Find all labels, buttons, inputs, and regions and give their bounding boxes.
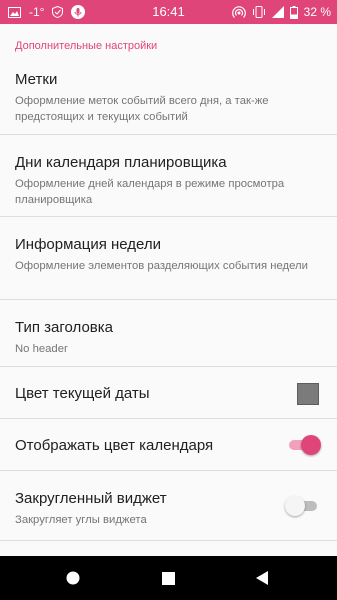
pref-show-calendar-color[interactable]: Отображать цвет календаря bbox=[0, 419, 337, 471]
pref-summary: No header bbox=[15, 343, 68, 355]
pref-title: Информация недели bbox=[15, 236, 162, 253]
back-icon[interactable] bbox=[250, 566, 274, 590]
pref-summary: Закругляет углы виджета bbox=[15, 514, 147, 526]
status-bar: -1° 16:41 32 % bbox=[0, 0, 337, 24]
switch-thumb bbox=[285, 496, 305, 516]
calendar-color-switch[interactable] bbox=[287, 435, 321, 455]
pref-title: Закругленный виджет bbox=[15, 490, 167, 507]
pref-title: Отображать цвет календаря bbox=[15, 437, 214, 454]
pref-title: Дни календаря планировщика bbox=[15, 154, 227, 171]
pref-summary: Оформление элементов разделяющих события… bbox=[15, 260, 308, 272]
pref-current-date-color[interactable]: Цвет текущей даты bbox=[0, 367, 337, 419]
color-swatch[interactable] bbox=[297, 383, 319, 405]
battery-text: 32 % bbox=[303, 5, 331, 19]
pref-title: Цвет текущей даты bbox=[15, 385, 150, 402]
section-header: Дополнительные настройки bbox=[15, 40, 158, 52]
battery-icon bbox=[289, 5, 298, 19]
hotspot-icon bbox=[231, 5, 246, 19]
pref-week-info[interactable]: Информация недели Оформление элементов р… bbox=[0, 217, 337, 300]
pref-summary: Оформление дней календаря в режиме просм… bbox=[15, 178, 285, 206]
signal-icon bbox=[271, 6, 284, 18]
home-icon[interactable] bbox=[61, 566, 85, 590]
pref-labels[interactable]: Метки Оформление меток событий всего дня… bbox=[0, 58, 337, 135]
settings-list[interactable]: Дополнительные настройки Метки Оформлени… bbox=[0, 24, 337, 556]
pref-title: Метки bbox=[15, 71, 58, 88]
rounded-widget-switch[interactable] bbox=[285, 496, 319, 516]
pref-scheduler-days[interactable]: Дни календаря планировщика Оформление дн… bbox=[0, 135, 337, 217]
navigation-bar bbox=[0, 556, 337, 600]
vibrate-icon bbox=[252, 6, 266, 18]
pref-summary: Оформление меток событий всего дня, а та… bbox=[15, 95, 269, 123]
pref-header-type[interactable]: Тип заголовка No header bbox=[0, 300, 337, 367]
status-bar-right: 32 % bbox=[231, 0, 331, 24]
pref-title: Тип заголовка bbox=[15, 319, 114, 336]
pref-rounded-widget[interactable]: Закругленный виджет Закругляет углы видж… bbox=[0, 471, 337, 541]
recents-icon[interactable] bbox=[156, 566, 180, 590]
switch-thumb bbox=[301, 435, 321, 455]
